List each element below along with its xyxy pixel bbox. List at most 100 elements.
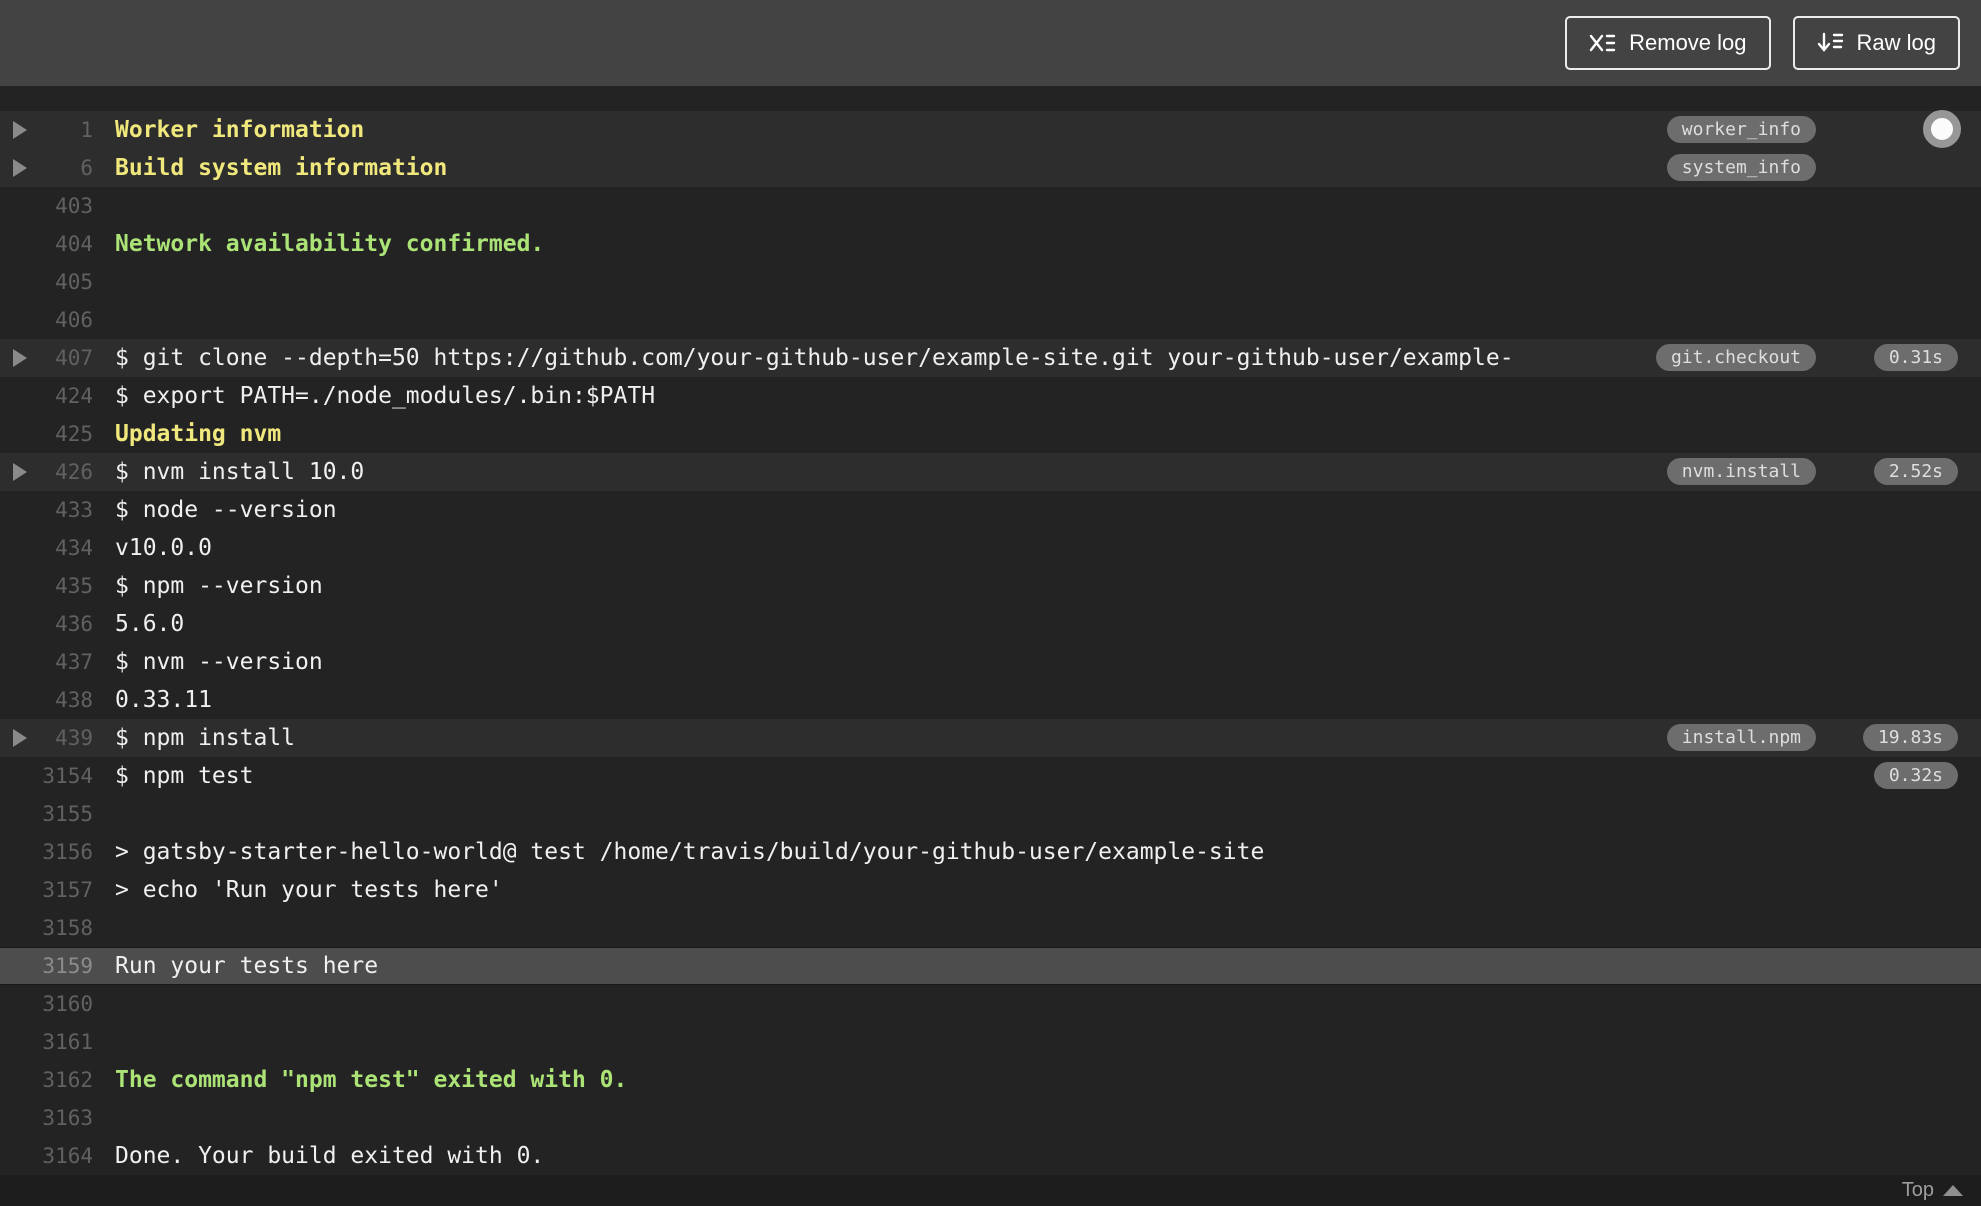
line-number[interactable]: 3154 [35,764,93,788]
line-number[interactable]: 3157 [35,878,93,902]
line-text: Worker information [115,117,365,143]
fold-arrow-cell [0,1109,35,1127]
line-number[interactable]: 439 [35,726,93,750]
top-link-label: Top [1901,1179,1934,1201]
line-text: $ npm --version [115,573,323,599]
line-text: 0.33.11 [115,687,212,713]
fold-arrow-cell [0,1147,35,1165]
line-number[interactable]: 3159 [35,954,93,978]
log-row: 6 Build system information system_info [0,149,1981,187]
fold-arrow-icon[interactable] [13,121,27,139]
line-number[interactable]: 3161 [35,1030,93,1054]
log-row: 3158 [0,909,1981,947]
log-row: 426 $ nvm install 10.0 nvm.install 2.52s [0,453,1981,491]
line-number[interactable]: 437 [35,650,93,674]
line-number[interactable]: 6 [35,156,93,180]
log-row: 3163 [0,1099,1981,1137]
line-number[interactable]: 407 [35,346,93,370]
line-number[interactable]: 1 [35,118,93,142]
fold-arrow-cell [0,881,35,899]
line-text: $ nvm --version [115,649,323,675]
log-row: 1 Worker information worker_info [0,111,1981,149]
fold-arrow-cell [0,805,35,823]
duration-badge: 2.52s [1873,458,1958,485]
log-row: 404 Network availability confirmed. [0,225,1981,263]
line-number[interactable]: 426 [35,460,93,484]
log-row: 3154 $ npm test 0.32s [0,757,1981,795]
fold-name-badge: git.checkout [1655,344,1816,371]
log-row: 3157 > echo 'Run your tests here' [0,871,1981,909]
line-text: $ npm test [115,763,254,789]
line-number[interactable]: 3164 [35,1144,93,1168]
log-row: 433 $ node --version [0,491,1981,529]
log-row: 424 $ export PATH=./node_modules/.bin:$P… [0,377,1981,415]
log-row: 425 Updating nvm [0,415,1981,453]
log-footer: Top [0,1175,1981,1206]
line-text: $ nvm install 10.0 [115,459,365,485]
log-row: 3164 Done. Your build exited with 0. [0,1137,1981,1175]
line-number[interactable]: 425 [35,422,93,446]
line-number[interactable]: 3163 [35,1106,93,1130]
line-number[interactable]: 436 [35,612,93,636]
fold-arrow-cell [0,501,35,519]
log-row: 407 $ git clone --depth=50 https://githu… [0,339,1981,377]
line-number[interactable]: 424 [35,384,93,408]
log-row: 405 [0,263,1981,301]
line-number[interactable]: 3160 [35,992,93,1016]
build-log: 1 Worker information worker_info 6 Build… [0,86,1981,1175]
log-row: 434 v10.0.0 [0,529,1981,567]
fold-arrow-cell [0,577,35,595]
fold-arrow-icon[interactable] [13,729,27,747]
scroll-to-top-link[interactable]: Top [1902,1179,1963,1202]
log-row: 436 5.6.0 [0,605,1981,643]
fold-arrow-cell [0,653,35,671]
line-number[interactable]: 3155 [35,802,93,826]
remove-log-button[interactable]: Remove log [1565,16,1771,70]
line-text: v10.0.0 [115,535,212,561]
log-row: 3159 Run your tests here [0,947,1981,985]
line-number[interactable]: 3158 [35,916,93,940]
line-number[interactable]: 433 [35,498,93,522]
fold-arrow-cell [0,121,35,139]
line-number[interactable]: 434 [35,536,93,560]
line-text: > echo 'Run your tests here' [115,877,503,903]
fold-arrow-cell [0,197,35,215]
line-text: $ export PATH=./node_modules/.bin:$PATH [115,383,656,409]
fold-arrow-cell [0,235,35,253]
fold-arrow-icon[interactable] [13,463,27,481]
fold-arrow-cell [0,1033,35,1051]
line-number[interactable]: 404 [35,232,93,256]
fold-arrow-cell [0,995,35,1013]
log-row: 3155 [0,795,1981,833]
log-row: 3161 [0,1023,1981,1061]
duration-badge: 0.31s [1873,344,1958,371]
line-text: Build system information [115,155,448,181]
line-text: Done. Your build exited with 0. [115,1143,545,1169]
fold-arrow-cell [0,273,35,291]
raw-log-button[interactable]: Raw log [1792,16,1960,70]
line-number[interactable]: 3156 [35,840,93,864]
line-text: The command "npm test" exited with 0. [115,1067,628,1093]
fold-arrow-cell [0,539,35,557]
line-number[interactable]: 405 [35,270,93,294]
scroll-dot-indicator[interactable] [1923,110,1961,148]
log-row: 435 $ npm --version [0,567,1981,605]
fold-arrow-cell [0,159,35,177]
line-number[interactable]: 3162 [35,1068,93,1092]
remove-log-icon [1589,32,1616,54]
line-text: Updating nvm [115,421,282,447]
line-text: > gatsby-starter-hello-world@ test /home… [115,839,1265,865]
line-number[interactable]: 438 [35,688,93,712]
log-row: 438 0.33.11 [0,681,1981,719]
line-text: 5.6.0 [115,611,185,637]
fold-arrow-icon[interactable] [13,349,27,367]
fold-arrow-cell [0,1071,35,1089]
log-row: 403 [0,187,1981,225]
fold-arrow-icon[interactable] [13,159,27,177]
line-number[interactable]: 406 [35,308,93,332]
line-number[interactable]: 403 [35,194,93,218]
fold-arrow-cell [0,691,35,709]
fold-arrow-cell [0,349,35,367]
line-number[interactable]: 435 [35,574,93,598]
log-row: 3160 [0,985,1981,1023]
